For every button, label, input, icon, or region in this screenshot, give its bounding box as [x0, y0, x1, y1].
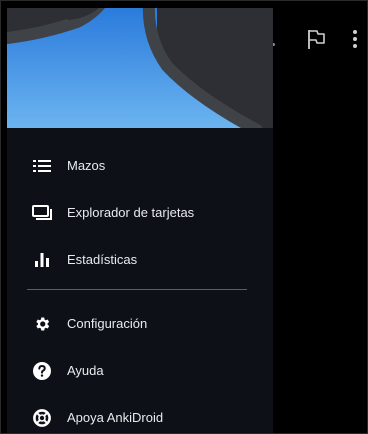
drawer-item-decks[interactable]: Mazos — [7, 142, 273, 189]
drawer-item-label: Configuración — [67, 316, 148, 331]
drawer-item-label: Explorador de tarjetas — [67, 205, 195, 220]
card-browser-icon — [31, 202, 53, 224]
help-icon — [31, 360, 53, 382]
drawer-item-label: Apoya AnkiDroid — [67, 410, 164, 425]
drawer-item-label: Ayuda — [67, 363, 104, 378]
gear-icon — [31, 313, 53, 335]
navigation-drawer: Mazos Explorador de tarjetas Estadística… — [7, 8, 273, 434]
flag-icon[interactable] — [306, 28, 326, 50]
drawer-item-label: Estadísticas — [67, 252, 138, 267]
anki-star-logo — [7, 8, 273, 128]
drawer-item-label: Mazos — [67, 158, 106, 173]
drawer-header — [7, 8, 273, 128]
drawer-item-settings[interactable]: Configuración — [7, 300, 273, 347]
bar-chart-icon — [31, 249, 53, 271]
overflow-menu-icon[interactable] — [352, 29, 358, 49]
drawer-item-support[interactable]: Apoya AnkiDroid — [7, 394, 273, 434]
lifebuoy-icon — [31, 407, 53, 429]
list-icon — [31, 155, 53, 177]
drawer-item-help[interactable]: Ayuda — [7, 347, 273, 394]
drawer-item-card-browser[interactable]: Explorador de tarjetas — [7, 189, 273, 236]
toolbar-actions — [306, 28, 358, 50]
drawer-divider — [27, 289, 247, 290]
drawer-menu: Mazos Explorador de tarjetas Estadística… — [7, 128, 273, 434]
drawer-item-statistics[interactable]: Estadísticas — [7, 236, 273, 283]
